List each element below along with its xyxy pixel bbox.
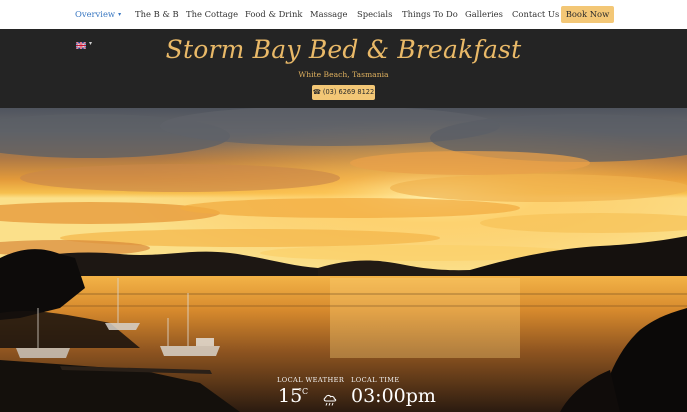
- nav-item-the-cottage[interactable]: The Cottage: [186, 0, 238, 29]
- nav-item-the-b-and-b[interactable]: The B & B: [135, 0, 179, 29]
- nav-item-label: Food & Drink: [245, 9, 303, 19]
- book-now-button[interactable]: Book Now: [561, 6, 614, 23]
- nav-item-label: The Cottage: [186, 9, 239, 19]
- nav-item-label: Overview: [75, 9, 116, 19]
- site-header: ▾ Storm Bay Bed & Breakfast White Beach,…: [0, 29, 687, 108]
- nav-item-label: Specials: [357, 9, 393, 19]
- chevron-down-icon: ▾: [118, 11, 122, 18]
- cloud-rain-icon: [323, 394, 337, 406]
- sunset-bay-image: [0, 108, 687, 412]
- site-subtitle: White Beach, Tasmania: [298, 70, 389, 79]
- local-time-value: 03:00pm: [351, 385, 436, 407]
- nav-item-overview[interactable]: Overview ▾: [75, 0, 121, 29]
- nav-item-label: Things To Do: [402, 9, 458, 19]
- nav-item-label: Galleries: [465, 9, 503, 19]
- hero-photo: [0, 108, 687, 412]
- main-navigation: Overview ▾ The B & B The Cottage Food & D…: [0, 0, 687, 29]
- nav-item-massage[interactable]: Massage: [310, 0, 347, 29]
- phone-button[interactable]: ☎ (03) 6269 8122: [312, 85, 375, 100]
- nav-item-contact-us[interactable]: Contact Us: [512, 0, 559, 29]
- nav-item-label: The B & B: [135, 9, 179, 19]
- nav-item-galleries[interactable]: Galleries: [465, 0, 503, 29]
- local-time-label: LOCAL TIME: [351, 376, 400, 384]
- local-weather-label: LOCAL WEATHER: [277, 376, 345, 384]
- nav-item-label: Massage: [310, 9, 348, 19]
- nav-item-food-and-drink[interactable]: Food & Drink: [245, 0, 302, 29]
- phone-number: (03) 6269 8122: [322, 88, 375, 96]
- nav-item-label: Contact Us: [512, 9, 560, 19]
- phone-icon: ☎: [312, 88, 321, 96]
- nav-item-specials[interactable]: Specials: [357, 0, 392, 29]
- site-title[interactable]: Storm Bay Bed & Breakfast: [0, 35, 687, 64]
- temperature-unit: °C: [298, 387, 309, 396]
- nav-item-things-to-do[interactable]: Things To Do: [402, 0, 458, 29]
